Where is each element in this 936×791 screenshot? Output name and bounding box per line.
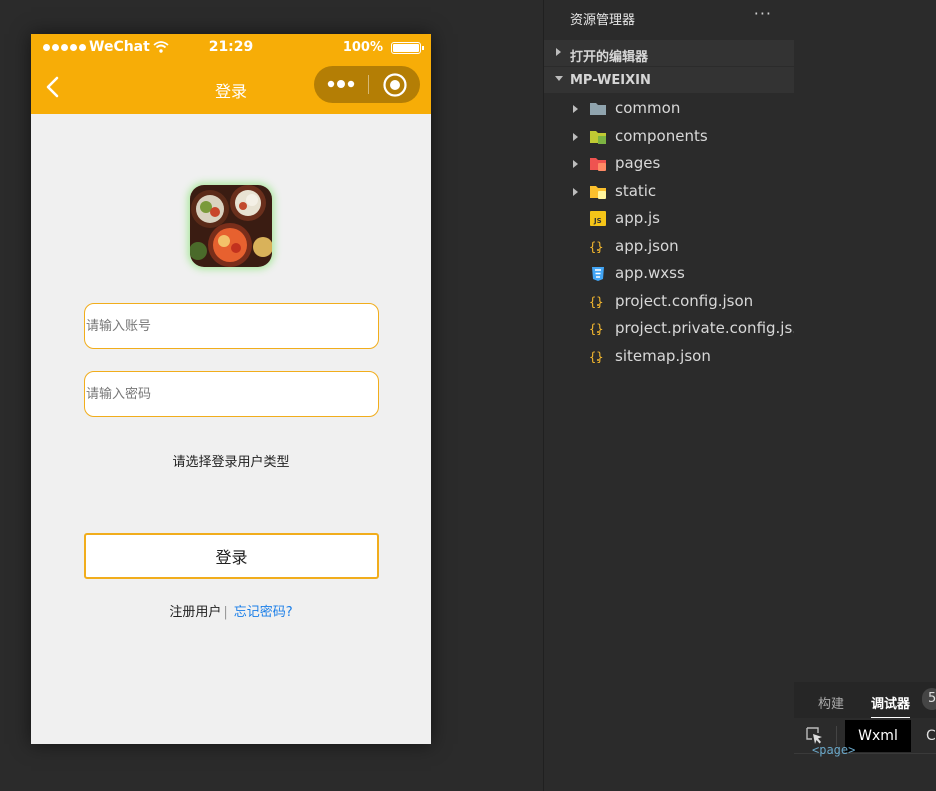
tree-item-app-json[interactable]: {} app.json	[544, 233, 794, 260]
section-project-root[interactable]: MP-WEIXIN	[544, 67, 794, 93]
static-folder-icon	[590, 186, 606, 199]
password-field[interactable]	[84, 371, 379, 417]
tree-item-label: sitemap.json	[615, 347, 711, 365]
tree-item-label: project.private.config.js...	[615, 319, 794, 337]
tree-item-app-js[interactable]: JS app.js	[544, 205, 794, 232]
tab-console[interactable]: C	[926, 728, 936, 744]
close-miniprogram-icon[interactable]	[382, 72, 408, 98]
more-dots-icon[interactable]	[326, 75, 356, 93]
status-bar: WeChat 21:29 100%	[31, 34, 431, 62]
js-file-icon: JS	[590, 211, 606, 226]
debug-tabs: 构建 调试器 5	[794, 682, 936, 719]
expanded-chevron-icon	[555, 76, 563, 81]
tree-item-label: app.js	[615, 209, 660, 227]
capsule-divider	[368, 75, 369, 94]
tree-item-label: common	[615, 99, 681, 117]
tab-build[interactable]: 构建	[818, 693, 844, 712]
nav-bar: 登录	[31, 62, 431, 114]
folder-icon	[590, 103, 606, 115]
tree-item-static[interactable]: static	[544, 178, 794, 205]
section-open-editors[interactable]: 打开的编辑器	[544, 40, 794, 66]
collapsed-chevron-icon	[573, 105, 578, 113]
tree-item-label: project.config.json	[615, 292, 754, 310]
explorer-more-button[interactable]: ···	[754, 4, 772, 23]
tree-item-project-private-config[interactable]: {} project.private.config.js...	[544, 315, 794, 342]
tree-item-components[interactable]: components	[544, 123, 794, 150]
file-explorer: 资源管理器 ··· 打开的编辑器 MP-WEIXIN common compon…	[543, 0, 794, 791]
tree-item-app-wxss[interactable]: app.wxss	[544, 260, 794, 287]
tree-item-project-config[interactable]: {} project.config.json	[544, 288, 794, 315]
collapsed-chevron-icon	[573, 160, 578, 168]
app-logo	[190, 185, 272, 267]
tree-item-label: static	[615, 182, 657, 200]
section-label: MP-WEIXIN	[570, 73, 651, 88]
svg-text:{}: {}	[589, 240, 603, 254]
json-file-icon: {}	[589, 322, 603, 336]
collapsed-chevron-icon	[573, 133, 578, 141]
svg-text:{}: {}	[589, 350, 603, 364]
phone-simulator: WeChat 21:29 100% 登录 请输入账号 请选择登录用户类型 登录 …	[31, 34, 431, 744]
account-field[interactable]	[84, 303, 379, 349]
svg-text:{}: {}	[589, 295, 603, 309]
section-label: 打开的编辑器	[570, 50, 649, 65]
register-link[interactable]: 注册用户	[169, 605, 221, 620]
password-input[interactable]	[85, 372, 378, 416]
tree-item-label: app.wxss	[615, 264, 685, 282]
menu-capsule	[314, 66, 420, 103]
wxml-code-line: <page>	[812, 743, 856, 757]
pages-folder-icon	[590, 158, 606, 171]
tree-item-common[interactable]: common	[544, 95, 794, 122]
css-file-icon	[592, 267, 604, 281]
battery-icon	[391, 42, 424, 54]
auth-links: 注册用户 | 忘记密码?	[31, 601, 431, 620]
tree-item-label: pages	[615, 154, 661, 172]
links-divider: |	[223, 605, 228, 620]
json-file-icon: {}	[589, 240, 603, 254]
tree-item-sitemap[interactable]: {} sitemap.json	[544, 343, 794, 370]
forgot-password-link[interactable]: 忘记密码?	[234, 605, 293, 620]
tree-item-pages[interactable]: pages	[544, 150, 794, 177]
explorer-title: 资源管理器	[570, 13, 636, 28]
json-file-icon: {}	[589, 295, 603, 309]
login-button[interactable]: 登录	[84, 533, 379, 579]
tree-item-label: components	[615, 127, 708, 145]
battery-fill	[393, 44, 419, 52]
battery-percent: 100%	[342, 40, 383, 55]
collapsed-chevron-icon	[556, 48, 561, 56]
tab-debugger[interactable]: 调试器	[871, 693, 911, 719]
debug-panel: 构建 调试器 5 Wxml C <page>	[794, 682, 936, 791]
components-folder-icon	[590, 131, 606, 144]
debugger-count-badge: 5	[922, 688, 936, 710]
account-input[interactable]	[85, 304, 378, 348]
simulator-area: WeChat 21:29 100% 登录 请输入账号 请选择登录用户类型 登录 …	[0, 0, 543, 791]
user-type-selector[interactable]: 请选择登录用户类型	[31, 451, 431, 470]
collapsed-chevron-icon	[573, 188, 578, 196]
svg-text:{}: {}	[589, 322, 603, 336]
tree-item-label: app.json	[615, 237, 679, 255]
svg-text:JS: JS	[593, 217, 602, 225]
json-file-icon: {}	[589, 350, 603, 364]
